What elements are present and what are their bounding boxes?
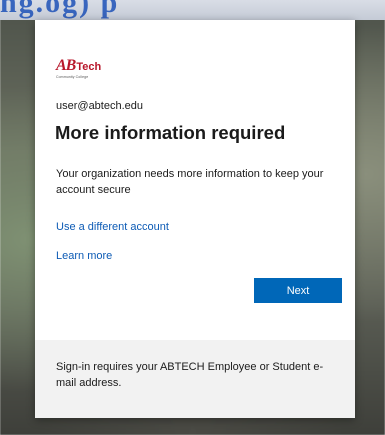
signin-card: AB Tech Community College user@abtech.ed… xyxy=(35,20,355,418)
signin-footer: Sign-in requires your ABTECH Employee or… xyxy=(35,340,355,418)
background-banner: ng.og) p xyxy=(0,0,385,20)
page-title: More information required xyxy=(55,122,286,143)
account-email: user@abtech.edu xyxy=(56,100,144,112)
next-button[interactable]: Next xyxy=(254,278,342,303)
logo-tech-text: Tech xyxy=(76,61,102,73)
abtech-logo: AB Tech Community College xyxy=(56,58,101,80)
logo-ab-text: AB xyxy=(56,57,76,74)
footer-text: Sign-in requires your ABTECH Employee or… xyxy=(56,361,324,389)
background-banner-text: ng.og) p xyxy=(0,0,120,19)
learn-more-link[interactable]: Learn more xyxy=(56,250,112,262)
use-different-account-link[interactable]: Use a different account xyxy=(56,221,169,233)
description-text: Your organization needs more information… xyxy=(56,168,324,196)
logo-subtitle: Community College xyxy=(56,75,89,79)
logo-wordmark: AB Tech xyxy=(56,58,101,74)
